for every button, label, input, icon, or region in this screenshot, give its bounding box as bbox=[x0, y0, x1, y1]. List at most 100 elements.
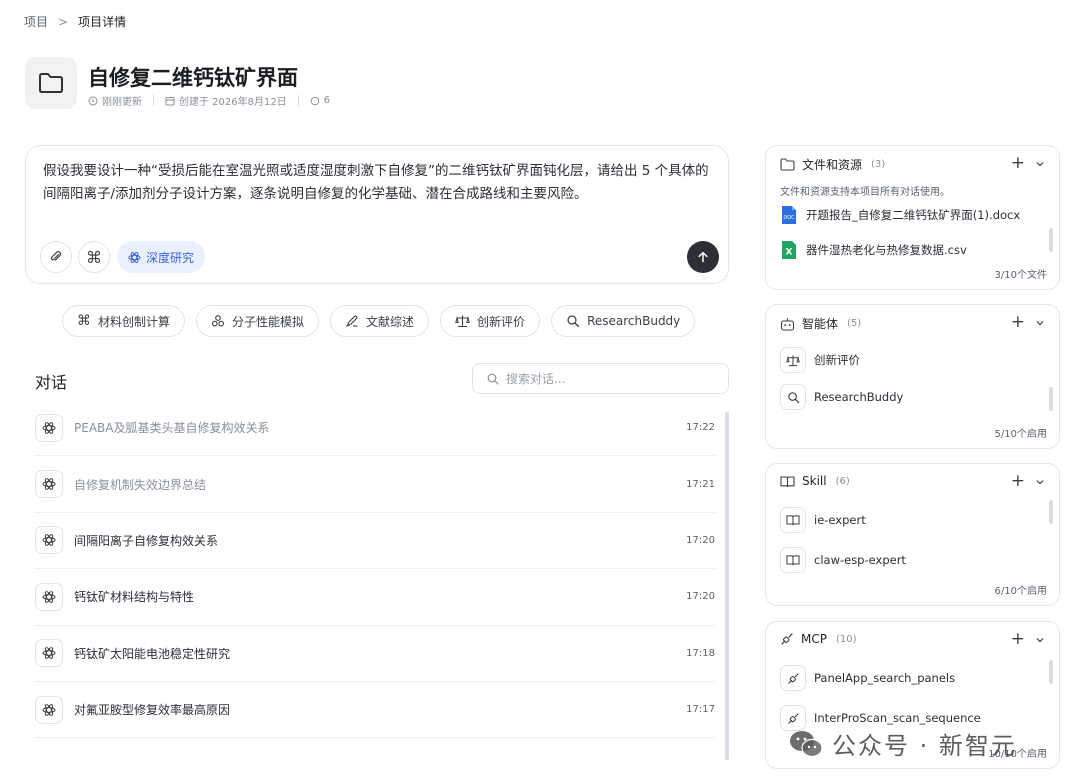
skill-name: claw-esp-expert bbox=[814, 553, 906, 567]
word-file-icon: DOC bbox=[782, 206, 796, 224]
chip-label: 材料创制计算 bbox=[98, 314, 171, 329]
agents-panel-header: 智能体 (5) bbox=[780, 315, 861, 332]
conversations-heading: 对话 bbox=[35, 373, 68, 392]
deep-research-label: 深度研究 bbox=[146, 250, 195, 265]
conversation-row[interactable]: 钙钛矿太阳能电池稳定性研究 17:18 bbox=[35, 626, 715, 682]
plug-icon bbox=[780, 665, 806, 691]
atom-icon bbox=[128, 251, 141, 263]
chevron-down-icon[interactable] bbox=[1035, 318, 1045, 328]
chip-molecule-sim[interactable]: 分子性能模拟 bbox=[196, 305, 320, 337]
agents-panel-title: 智能体 bbox=[802, 317, 839, 331]
plus-icon[interactable]: + bbox=[1011, 631, 1025, 648]
agent-item[interactable]: 创新评价 bbox=[780, 347, 860, 373]
book-icon bbox=[780, 547, 806, 573]
magnifier-icon bbox=[780, 384, 806, 410]
chevron-down-icon[interactable] bbox=[1035, 635, 1045, 645]
chevron-down-icon[interactable] bbox=[1035, 477, 1045, 487]
quick-action-chips: ⌘ 材料创制计算 分子性能模拟 文献综述 创新评价 ResearchBuddy bbox=[62, 305, 696, 337]
prompt-input[interactable]: 假设我要设计一种“受损后能在室温光照或适度湿度刺激下自修复”的二维钙钛矿界面钝化… bbox=[43, 160, 713, 206]
agent-item[interactable]: ResearchBuddy bbox=[780, 384, 903, 410]
agent-name: 创新评价 bbox=[814, 353, 860, 367]
conversation-title: 间隔阳离子自修复构效关系 bbox=[74, 533, 219, 548]
clock-icon bbox=[88, 96, 98, 105]
mcp-item[interactable]: PanelApp_search_panels bbox=[780, 665, 955, 691]
folder-icon bbox=[25, 57, 77, 109]
conversation-row[interactable]: 钙钛矿材料结构与特性 17:20 bbox=[35, 569, 715, 626]
chip-label: 创新评价 bbox=[477, 314, 526, 329]
files-panel: 文件和资源 (3) + 文件和资源支持本项目所有对话使用。 DOC 开题报告_自… bbox=[765, 145, 1060, 290]
chip-label: 文献综述 bbox=[366, 314, 415, 329]
conversation-scrollbar[interactable] bbox=[725, 412, 729, 760]
updated-info: 刚刚更新 bbox=[88, 93, 142, 108]
molecule-icon bbox=[211, 315, 225, 327]
chip-label: 分子性能模拟 bbox=[232, 314, 305, 329]
chip-material-calc[interactable]: ⌘ 材料创制计算 bbox=[62, 305, 186, 337]
agents-scrollbar[interactable] bbox=[1049, 387, 1053, 411]
conversation-row[interactable]: 自修复机制失效边界总结 17:21 bbox=[35, 456, 715, 513]
mcp-panel-header: MCP (10) bbox=[780, 632, 857, 646]
updated-text: 刚刚更新 bbox=[102, 97, 142, 108]
attach-button[interactable] bbox=[40, 241, 72, 273]
file-name: 开题报告_自修复二维钙钛矿界面(1).docx bbox=[806, 208, 1021, 222]
files-panel-desc: 文件和资源支持本项目所有对话使用。 bbox=[780, 187, 950, 198]
project-meta: 刚刚更新 创建于 2026年8月12日 6 bbox=[88, 93, 330, 108]
plus-icon[interactable]: + bbox=[1011, 473, 1025, 490]
paperclip-icon bbox=[50, 251, 62, 261]
skill-panel-header: Skill (6) bbox=[780, 474, 850, 488]
conversation-row[interactable]: PEABA及胍基类头基自修复构效关系 17:22 bbox=[35, 400, 715, 457]
breadcrumb-root-link[interactable]: 项目 bbox=[24, 13, 48, 30]
wechat-icon bbox=[790, 730, 823, 757]
agents-count: (5) bbox=[847, 318, 862, 329]
plug-icon bbox=[781, 633, 793, 645]
send-button[interactable] bbox=[687, 241, 719, 273]
conversation-search bbox=[472, 363, 729, 394]
skill-scrollbar[interactable] bbox=[1049, 500, 1053, 524]
conversation-row[interactable]: 对氟亚胺型修复效率最高原因 17:17 bbox=[35, 682, 715, 739]
chevron-right-icon: > bbox=[58, 14, 69, 29]
conversation-time: 17:20 bbox=[686, 591, 715, 603]
excel-file-icon: X bbox=[782, 241, 796, 259]
skill-item[interactable]: ie-expert bbox=[780, 507, 866, 533]
atom-icon bbox=[35, 695, 63, 724]
conversation-row[interactable]: 间隔阳离子自修复构效关系 17:20 bbox=[35, 513, 715, 570]
plus-icon[interactable]: + bbox=[1011, 314, 1025, 331]
chip-researchbuddy[interactable]: ResearchBuddy bbox=[551, 305, 696, 337]
command-button[interactable]: ⌘ bbox=[78, 241, 110, 273]
mcp-count: (10) bbox=[835, 633, 857, 645]
skill-panel-title: Skill bbox=[802, 474, 827, 488]
prompt-box: 假设我要设计一种“受损后能在室温光照或适度湿度刺激下自修复”的二维钙钛矿界面钝化… bbox=[25, 145, 729, 284]
skill-count: (6) bbox=[835, 475, 850, 487]
file-item-csv[interactable]: X 器件湿热老化与热修复数据.csv bbox=[780, 240, 967, 260]
conversation-time: 17:18 bbox=[686, 647, 715, 659]
folder-icon bbox=[780, 158, 795, 171]
plus-icon[interactable]: + bbox=[1011, 155, 1025, 172]
skill-item[interactable]: claw-esp-expert bbox=[780, 547, 906, 573]
calendar-icon bbox=[165, 96, 175, 105]
scale-icon bbox=[780, 347, 806, 373]
conversation-title: 自修复机制失效边界总结 bbox=[74, 477, 207, 492]
file-item-docx[interactable]: DOC 开题报告_自修复二维钙钛矿界面(1).docx bbox=[780, 205, 1020, 225]
mcp-scrollbar[interactable] bbox=[1049, 660, 1053, 684]
files-footer: 3/10个文件 bbox=[994, 270, 1047, 281]
deep-research-button[interactable]: 深度研究 bbox=[117, 241, 206, 273]
files-scrollbar[interactable] bbox=[1049, 228, 1053, 252]
conversation-list: PEABA及胍基类头基自修复构效关系 17:22 自修复机制失效边界总结 17:… bbox=[35, 400, 715, 739]
chevron-down-icon[interactable] bbox=[1035, 159, 1045, 169]
arrow-up-icon bbox=[698, 251, 708, 263]
comments-count: 6 bbox=[323, 95, 331, 106]
mcp-panel-actions: + bbox=[1011, 631, 1045, 648]
chip-label: ResearchBuddy bbox=[587, 314, 681, 328]
command-icon: ⌘ bbox=[86, 247, 102, 267]
skill-footer: 6/10个启用 bbox=[994, 586, 1047, 597]
atom-icon bbox=[35, 639, 63, 668]
files-panel-actions: + bbox=[1011, 155, 1045, 172]
command-icon: ⌘ bbox=[77, 313, 91, 329]
breadcrumb: 项目 > 项目详情 bbox=[24, 13, 126, 30]
mcp-name: PanelApp_search_panels bbox=[814, 671, 956, 685]
search-input[interactable] bbox=[506, 371, 706, 386]
chip-literature-review[interactable]: 文献综述 bbox=[330, 305, 430, 337]
mcp-panel-title: MCP bbox=[801, 632, 827, 646]
skill-panel-actions: + bbox=[1011, 473, 1045, 490]
chip-innovation-eval[interactable]: 创新评价 bbox=[440, 305, 541, 337]
file-name: 器件湿热老化与热修复数据.csv bbox=[806, 243, 967, 257]
